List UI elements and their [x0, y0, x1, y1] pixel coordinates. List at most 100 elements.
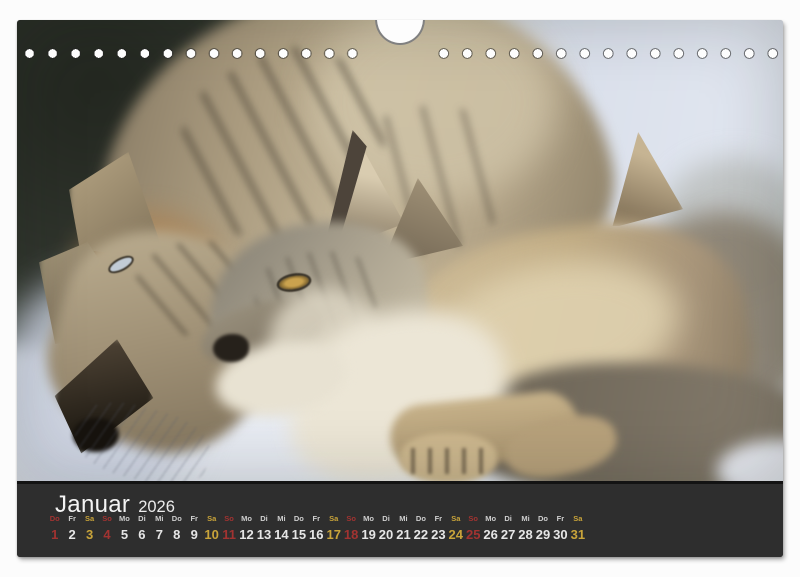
day-number: 29 — [536, 528, 550, 541]
weekday-label: Di — [260, 515, 268, 523]
day-number: 20 — [379, 528, 393, 541]
day-number: 11 — [222, 528, 236, 541]
day-number: 1 — [51, 528, 58, 541]
day-number: 28 — [518, 528, 532, 541]
weekday-label: Fr — [313, 515, 321, 523]
day-22: Do 22 — [412, 515, 429, 541]
photo-vignette — [17, 20, 783, 481]
weekday-label: Do — [538, 515, 548, 523]
day-number: 12 — [239, 528, 253, 541]
day-number: 6 — [138, 528, 145, 541]
weekday-label: Mi — [277, 515, 285, 523]
weekday-label: Do — [416, 515, 426, 523]
day-3: Sa 3 — [81, 515, 98, 541]
day-18: So 18 — [342, 515, 359, 541]
day-29: Do 29 — [534, 515, 551, 541]
weekday-label: Di — [382, 515, 390, 523]
day-number: 16 — [309, 528, 323, 541]
weekday-label: Mo — [119, 515, 130, 523]
day-6: Di 6 — [133, 515, 150, 541]
day-number: 7 — [156, 528, 163, 541]
day-7: Mi 7 — [151, 515, 168, 541]
weekday-label: Do — [294, 515, 304, 523]
day-31: Sa 31 — [569, 515, 586, 541]
day-24: Sa 24 — [447, 515, 464, 541]
weekday-label: Sa — [329, 515, 338, 523]
day-number: 23 — [431, 528, 445, 541]
day-number: 25 — [466, 528, 480, 541]
day-15: Do 15 — [290, 515, 307, 541]
day-number: 19 — [361, 528, 375, 541]
day-number: 18 — [344, 528, 358, 541]
weekday-label: Mi — [521, 515, 529, 523]
weekday-label: Fr — [190, 515, 198, 523]
day-5: Mo 5 — [116, 515, 133, 541]
day-number: 21 — [396, 528, 410, 541]
day-13: Di 13 — [255, 515, 272, 541]
day-number: 31 — [571, 528, 585, 541]
day-number: 26 — [483, 528, 497, 541]
weekday-label: So — [102, 515, 112, 523]
day-number: 17 — [326, 528, 340, 541]
weekday-label: Mo — [485, 515, 496, 523]
day-number: 4 — [103, 528, 110, 541]
fox-family-photo — [17, 20, 783, 481]
day-21: Mi 21 — [395, 515, 412, 541]
weekday-label: Do — [172, 515, 182, 523]
weekday-label: Do — [50, 515, 60, 523]
day-number: 10 — [204, 528, 218, 541]
day-number: 9 — [191, 528, 198, 541]
weekday-label: So — [224, 515, 234, 523]
day-number: 5 — [121, 528, 128, 541]
day-10: Sa 10 — [203, 515, 220, 541]
day-25: So 25 — [465, 515, 482, 541]
weekday-label: Mi — [155, 515, 163, 523]
day-17: Sa 17 — [325, 515, 342, 541]
binding-holes-left — [18, 47, 364, 60]
weekday-label: Mi — [399, 515, 407, 523]
day-26: Mo 26 — [482, 515, 499, 541]
day-number: 30 — [553, 528, 567, 541]
calendar-strip: Januar2026 Do1Fr2Sa3So4Mo5Di6Mi7Do8Fr9Sa… — [17, 481, 783, 557]
weekday-label: Di — [138, 515, 146, 523]
day-number: 13 — [257, 528, 271, 541]
day-19: Mo 19 — [360, 515, 377, 541]
day-number: 2 — [69, 528, 76, 541]
day-number: 27 — [501, 528, 515, 541]
weekday-label: Mo — [363, 515, 374, 523]
day-16: Fr 16 — [308, 515, 325, 541]
weekday-label: Sa — [573, 515, 582, 523]
day-23: Fr 23 — [430, 515, 447, 541]
day-number: 15 — [292, 528, 306, 541]
day-number: 8 — [173, 528, 180, 541]
weekday-label: Sa — [85, 515, 94, 523]
weekday-label: Sa — [451, 515, 460, 523]
weekday-label: Di — [504, 515, 512, 523]
weekday-label: So — [346, 515, 356, 523]
page-background: Januar2026 Do1Fr2Sa3So4Mo5Di6Mi7Do8Fr9Sa… — [0, 0, 800, 577]
day-number: 14 — [274, 528, 288, 541]
day-1: Do 1 — [46, 515, 63, 541]
day-12: Mo 12 — [238, 515, 255, 541]
day-8: Do 8 — [168, 515, 185, 541]
day-27: Di 27 — [499, 515, 516, 541]
day-30: Fr30 — [552, 515, 569, 541]
day-2: Fr 2 — [63, 515, 80, 541]
day-number: 22 — [414, 528, 428, 541]
weekday-label: Fr — [68, 515, 76, 523]
day-4: So 4 — [98, 515, 115, 541]
day-number: 24 — [449, 528, 463, 541]
day-14: Mi 14 — [273, 515, 290, 541]
day-9: Fr 9 — [186, 515, 203, 541]
weekday-label: Mo — [241, 515, 252, 523]
day-number: 3 — [86, 528, 93, 541]
day-11: So 11 — [220, 515, 237, 541]
calendar-sheet: Januar2026 Do1Fr2Sa3So4Mo5Di6Mi7Do8Fr9Sa… — [17, 20, 783, 557]
days-row: Do1Fr2Sa3So4Mo5Di6Mi7Do8Fr9Sa10So11Mo12D… — [46, 515, 587, 541]
weekday-label: Fr — [435, 515, 443, 523]
binding-holes-right — [432, 47, 783, 60]
weekday-label: So — [468, 515, 478, 523]
day-20: Di 20 — [377, 515, 394, 541]
day-28: Mi 28 — [517, 515, 534, 541]
weekday-label: Sa — [207, 515, 216, 523]
